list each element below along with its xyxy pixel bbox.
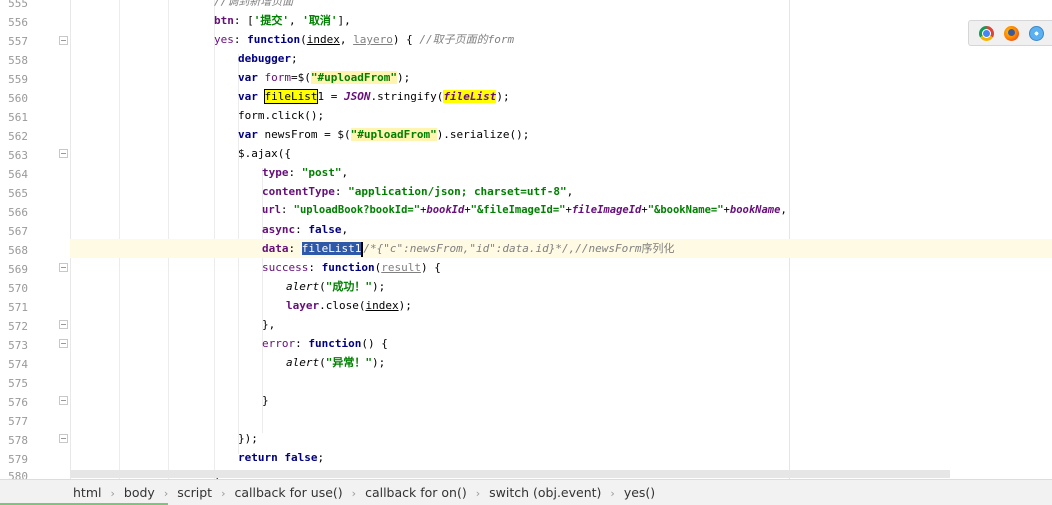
- code-line: var form=$("#uploadFrom");: [238, 71, 411, 84]
- code-line: layer.close(index);: [286, 299, 412, 312]
- line-number: 569: [8, 263, 28, 276]
- code-line: success: function(result) {: [262, 261, 441, 274]
- fold-toggle-icon[interactable]: [59, 434, 68, 443]
- breadcrumb-item[interactable]: switch (obj.event): [489, 485, 601, 500]
- code-line: type: "post",: [262, 166, 349, 179]
- code-line: btn: ['提交', '取消'],: [214, 14, 351, 27]
- firefox-icon[interactable]: [1004, 26, 1019, 41]
- code-line: alert("成功！");: [286, 280, 386, 293]
- chevron-right-icon: ›: [110, 487, 115, 500]
- search-match: fileList: [263, 89, 319, 104]
- breadcrumb-item[interactable]: callback for on(): [365, 485, 467, 500]
- search-match: fileList: [443, 90, 497, 103]
- code-line: yes: function(index, layero) { //取子页面的fo…: [214, 33, 515, 46]
- breadcrumb-item[interactable]: body: [124, 485, 155, 500]
- fold-toggle-icon[interactable]: [59, 149, 68, 158]
- code-line: }: [262, 394, 269, 407]
- code-line: },: [262, 318, 276, 331]
- horizontal-scrollbar[interactable]: [70, 470, 950, 478]
- line-number: 572: [8, 320, 28, 333]
- code-line[interactable]: data: fileList1/*{"c":newsFrom,"id":data…: [262, 239, 675, 258]
- code-line: form.click();: [238, 109, 325, 122]
- line-number: 558: [8, 54, 28, 67]
- line-number: 568: [8, 244, 28, 257]
- code-line: //调到新增页面: [214, 0, 294, 8]
- line-number: 571: [8, 301, 28, 314]
- line-number: 562: [8, 130, 28, 143]
- code-line: url: "uploadBook?bookId="+bookId+"&fileI…: [262, 204, 787, 216]
- line-number: 561: [8, 111, 28, 124]
- line-number: 565: [8, 187, 28, 200]
- line-number: 556: [8, 16, 28, 29]
- breadcrumb-item[interactable]: script: [177, 485, 212, 500]
- selected-text[interactable]: fileList1: [301, 242, 362, 255]
- line-number: 566: [8, 206, 28, 219]
- fold-toggle-icon[interactable]: [59, 396, 68, 405]
- browser-preview-bar: [968, 20, 1052, 46]
- code-line: $.ajax({: [238, 147, 291, 160]
- line-number: 570: [8, 282, 28, 295]
- line-number: 576: [8, 396, 28, 409]
- chevron-right-icon: ›: [610, 487, 615, 500]
- breadcrumb-item[interactable]: yes(): [624, 485, 655, 500]
- breadcrumb-item[interactable]: callback for use(): [234, 485, 342, 500]
- safari-icon[interactable]: [1029, 26, 1044, 41]
- line-number: 559: [8, 73, 28, 86]
- line-number: 575: [8, 377, 28, 390]
- code-line: debugger;: [238, 52, 298, 65]
- line-number-gutter: 555 556 557 558 559 560 561 562 563 564 …: [0, 0, 71, 479]
- code-line: alert("异常！");: [286, 356, 386, 369]
- line-number: 573: [8, 339, 28, 352]
- code-line: async: false,: [262, 223, 349, 236]
- line-number: 574: [8, 358, 28, 371]
- line-number: 555: [8, 0, 28, 10]
- line-number: 563: [8, 149, 28, 162]
- code-line: });: [238, 432, 258, 445]
- line-number: 579: [8, 453, 28, 466]
- fold-toggle-icon[interactable]: [59, 320, 68, 329]
- code-line: contentType: "application/json; charset=…: [262, 185, 574, 198]
- chrome-icon[interactable]: [979, 26, 994, 41]
- chevron-right-icon: ›: [163, 487, 169, 500]
- line-number: 577: [8, 415, 28, 428]
- code-line: var newsFrom = $("#uploadFrom").serializ…: [238, 128, 530, 141]
- code-editor[interactable]: 555 556 557 558 559 560 561 562 563 564 …: [0, 0, 1052, 479]
- line-number: 578: [8, 434, 28, 447]
- fold-toggle-icon[interactable]: [59, 36, 68, 45]
- line-number: 567: [8, 225, 28, 238]
- chevron-right-icon: ›: [351, 487, 357, 500]
- fold-toggle-icon[interactable]: [59, 339, 68, 348]
- chevron-right-icon: ›: [221, 487, 226, 500]
- code-line: return false;: [238, 451, 325, 464]
- chevron-right-icon: ›: [475, 487, 481, 500]
- line-number: 564: [8, 168, 28, 181]
- fold-toggle-icon[interactable]: [59, 263, 68, 272]
- breadcrumb: html › body › script › callback for use() › call…: [0, 479, 1052, 505]
- line-number: 580: [8, 470, 28, 479]
- code-line: error: function() {: [262, 337, 388, 350]
- breadcrumb-item[interactable]: html: [73, 485, 101, 500]
- line-number: 560: [8, 92, 28, 105]
- code-line: var fileList1 = JSON.stringify(fileList)…: [238, 89, 510, 104]
- line-number: 557: [8, 35, 28, 48]
